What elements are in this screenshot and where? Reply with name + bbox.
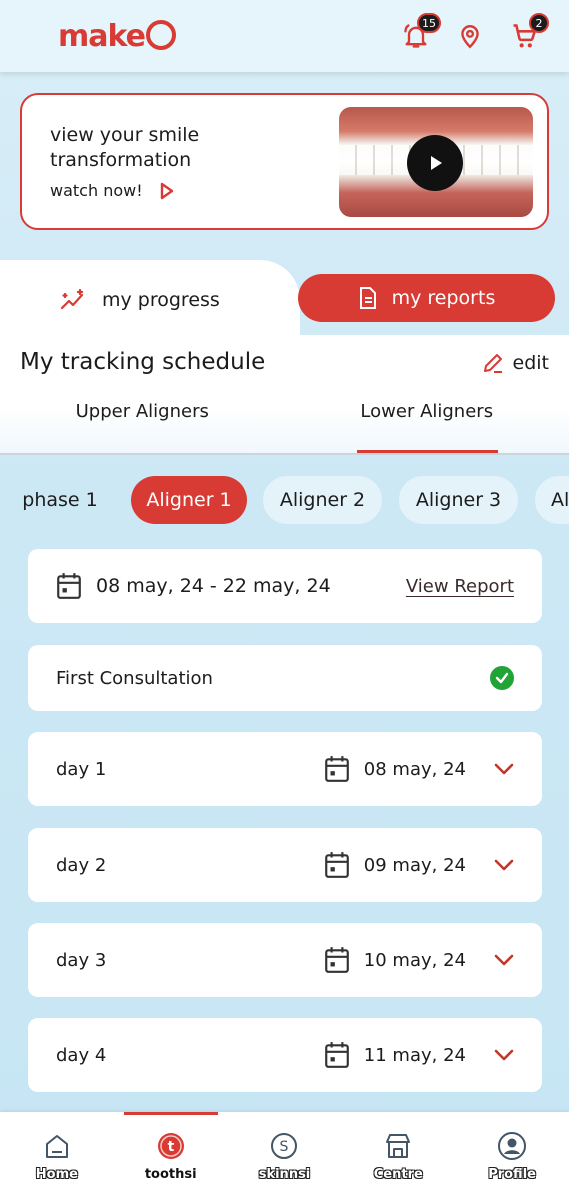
progress-reports-tabs: my progress my reports	[0, 260, 569, 340]
logo-o-mark	[146, 19, 176, 50]
tab-lower-aligners-label: Lower Aligners	[360, 401, 494, 422]
chip-label: Al	[551, 489, 569, 511]
document-icon	[359, 287, 376, 309]
day-date: 08 may, 24	[324, 755, 514, 783]
chip-aligner-2[interactable]: Aligner 2	[263, 476, 382, 524]
nav-home[interactable]: Home	[0, 1112, 114, 1200]
makeo-logo[interactable]: make	[58, 19, 176, 54]
chip-aligner-4-partial[interactable]: Al	[535, 476, 569, 524]
day-card[interactable]: day 3 10 may, 24	[28, 923, 542, 997]
store-icon	[386, 1133, 411, 1158]
banner-title: view your smile transformation	[50, 124, 200, 171]
chevron-down-icon[interactable]	[494, 954, 514, 966]
tab-my-reports[interactable]: my reports	[298, 274, 555, 322]
chevron-down-icon[interactable]	[494, 859, 514, 871]
app-header: make 15 2	[0, 0, 569, 72]
chip-aligner-1[interactable]: Aligner 1	[131, 476, 247, 524]
phase-chip-row: phase 1 Aligner 1 Aligner 2 Aligner 3 Al	[0, 476, 569, 524]
header-actions: 15 2	[401, 13, 549, 51]
calendar-icon	[57, 573, 81, 599]
watch-now-label: watch now!	[50, 181, 143, 200]
nav-centre-label: Centre	[373, 1166, 423, 1182]
calendar-icon	[324, 852, 349, 878]
day-card[interactable]: day 2 09 may, 24	[28, 828, 542, 902]
edit-label: edit	[512, 352, 549, 374]
tracking-schedule-section: My tracking schedule edit Upper Aligners…	[0, 335, 569, 453]
play-icon	[431, 155, 442, 170]
day-date-text: 08 may, 24	[363, 758, 466, 780]
chip-label: Aligner 3	[415, 489, 502, 511]
day-label: day 1	[56, 758, 107, 780]
location-pin-icon	[461, 25, 479, 49]
check-circle-icon	[490, 666, 514, 690]
progress-sparkle-icon	[60, 289, 84, 310]
cart-button[interactable]: 2	[509, 13, 549, 51]
logo-text: make	[58, 18, 146, 54]
schedule-title: My tracking schedule	[20, 349, 266, 375]
cart-badge: 2	[529, 13, 549, 33]
aligner-date-range-card: 08 may, 24 - 22 may, 24 View Report	[28, 549, 542, 623]
day-date-text: 09 may, 24	[363, 854, 466, 876]
calendar-icon	[324, 947, 349, 973]
day-date: 09 may, 24	[324, 851, 514, 879]
svg-text:S: S	[280, 1139, 289, 1155]
pencil-icon	[483, 354, 502, 373]
nav-home-label: Home	[35, 1166, 78, 1182]
consultation-label: First Consultation	[56, 667, 213, 689]
day-label: day 2	[56, 854, 107, 876]
skinnsi-icon: S	[271, 1132, 298, 1159]
location-button[interactable]	[455, 21, 485, 51]
tab-upper-aligners-label: Upper Aligners	[75, 401, 209, 422]
tab-my-progress[interactable]: my progress	[0, 260, 300, 340]
nav-toothsi-label: toothsi	[144, 1166, 197, 1182]
notifications-button[interactable]: 15	[401, 13, 441, 51]
nav-profile-label: Profile	[488, 1166, 536, 1182]
smile-transformation-banner[interactable]: view your smile transformation watch now…	[20, 93, 549, 230]
nav-toothsi[interactable]: t toothsi	[114, 1112, 228, 1200]
play-video-button[interactable]	[407, 134, 463, 191]
chip-label: Aligner 2	[279, 489, 366, 511]
date-range-text: 08 may, 24 - 22 may, 24	[96, 575, 331, 597]
bottom-navigation: Home t toothsi S skinnsi Centre Profile	[0, 1112, 569, 1200]
day-date-text: 11 may, 24	[363, 1044, 466, 1066]
smile-video-thumbnail[interactable]	[339, 106, 533, 217]
day-date: 11 may, 24	[324, 1041, 514, 1069]
chip-label: Aligner 1	[146, 489, 232, 511]
notifications-badge: 15	[417, 13, 441, 33]
banner-text: view your smile transformation watch now…	[50, 123, 250, 200]
chip-aligner-3[interactable]: Aligner 3	[399, 476, 518, 524]
date-range: 08 may, 24 - 22 may, 24	[56, 572, 331, 600]
chevron-down-icon[interactable]	[494, 1049, 514, 1061]
nav-profile[interactable]: Profile	[455, 1112, 569, 1200]
day-card[interactable]: day 4 11 may, 24	[28, 1018, 542, 1092]
day-card[interactable]: day 1 08 may, 24	[28, 732, 542, 806]
nav-centre[interactable]: Centre	[341, 1112, 455, 1200]
calendar-icon	[324, 756, 349, 782]
watch-now-link[interactable]: watch now!	[50, 181, 250, 200]
view-report-link[interactable]: View Report	[406, 576, 514, 597]
home-icon	[45, 1134, 68, 1158]
day-date-text: 10 may, 24	[363, 949, 466, 971]
day-date: 10 may, 24	[324, 946, 514, 974]
toothsi-icon: t	[157, 1132, 184, 1159]
chip-label: phase 1	[22, 489, 98, 511]
first-consultation-card[interactable]: First Consultation	[28, 645, 542, 711]
svg-text:t: t	[167, 1139, 174, 1155]
chip-phase-1[interactable]: phase 1	[20, 476, 100, 524]
tab-my-reports-label: my reports	[391, 287, 496, 309]
day-label: day 3	[56, 949, 107, 971]
play-arrow-icon	[160, 182, 173, 199]
tab-my-progress-label: my progress	[102, 289, 220, 311]
chevron-down-icon[interactable]	[494, 763, 514, 775]
tab-upper-aligners[interactable]: Upper Aligners	[0, 401, 285, 453]
day-label: day 4	[56, 1044, 107, 1066]
section-divider	[0, 453, 569, 455]
edit-button[interactable]: edit	[481, 351, 549, 375]
calendar-icon	[324, 1042, 349, 1068]
profile-icon	[498, 1131, 527, 1160]
nav-skinnsi[interactable]: S skinnsi	[228, 1112, 342, 1200]
tab-lower-aligners[interactable]: Lower Aligners	[285, 401, 569, 453]
aligner-tabs: Upper Aligners Lower Aligners	[0, 401, 569, 453]
nav-skinnsi-label: skinnsi	[258, 1166, 311, 1182]
